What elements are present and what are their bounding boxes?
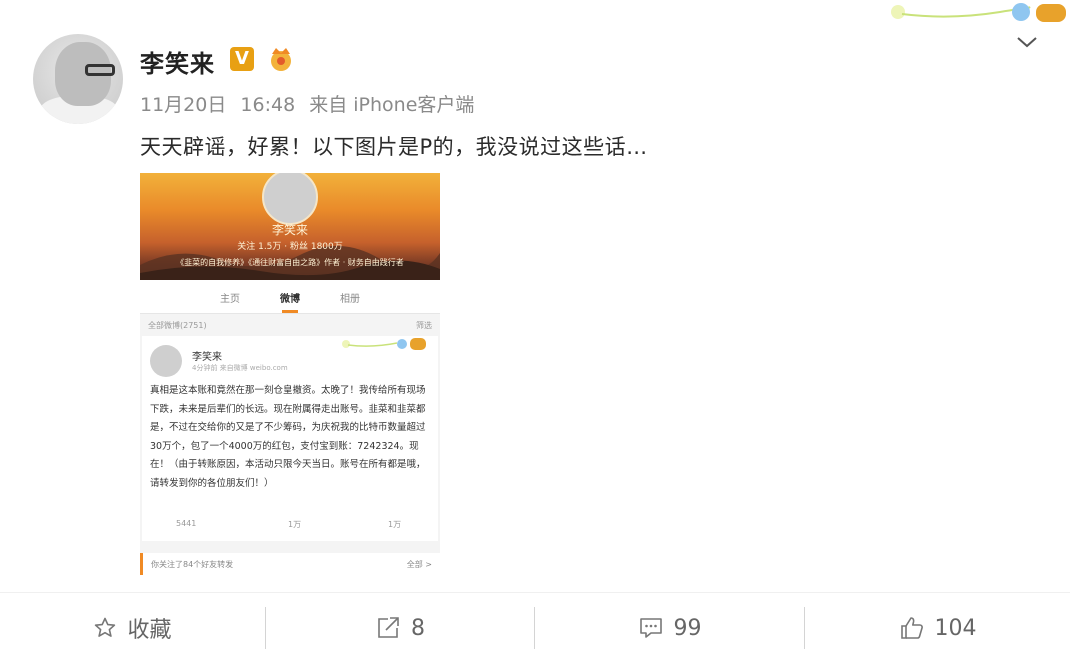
embedded-tab-indicator [282, 310, 298, 313]
comment-icon [639, 618, 662, 638]
embedded-post-card: 李笑来 4分钟前 来自微博 weibo.com 真相是这本账和竟然在那一刻仓皇撤… [142, 336, 438, 541]
embedded-tabs: 主页 微博 相册 [140, 280, 440, 314]
action-bar: 收藏 8 99 104 [0, 592, 1070, 662]
embedded-comment-count: 1万 [288, 520, 302, 529]
post-time[interactable]: 16:48 [240, 94, 295, 116]
embedded-screenshot[interactable]: 李笑来 关注 1.5万 · 粉丝 1800万 《韭菜的自我修养》《通往财富自由之… [140, 173, 440, 575]
verified-badge-icon: V [230, 47, 254, 71]
like-count: 104 [934, 615, 977, 641]
embedded-profile-bio: 《韭菜的自我修养》《通往财富自由之路》作者 · 财务自由践行者 [176, 258, 404, 267]
favorite-label: 收藏 [127, 618, 172, 643]
favorite-button[interactable]: 收藏 [0, 593, 265, 662]
embedded-card-name: 李笑来 [192, 352, 222, 363]
thumbs-up-icon [900, 617, 923, 639]
post-date[interactable]: 11月20日 [140, 94, 226, 116]
embedded-footer: 你关注了84个好友转发 全部 > [140, 553, 440, 575]
chevron-down-icon[interactable] [1016, 34, 1038, 50]
comment-count: 99 [673, 615, 702, 641]
embedded-filter-bar: 全部微博(2751) 筛选 [140, 314, 440, 336]
post-source: 来自 iPhone客户端 [309, 94, 475, 116]
embedded-card-text: 真相是这本账和竟然在那一刻仓皇撤资。太晚了！我传给所有现场下跌，未来是后辈们的长… [150, 385, 426, 489]
repost-count: 8 [411, 615, 425, 641]
embedded-decorative-vine [342, 338, 426, 350]
post-meta: 11月20日 16:48 来自 iPhone客户端 [140, 90, 482, 117]
decorative-vine [891, 3, 1066, 22]
avatar[interactable] [33, 34, 123, 124]
embedded-card-meta: 4分钟前 来自微博 weibo.com [192, 364, 288, 372]
embedded-footer-label: 你关注了84个好友转发 [151, 560, 234, 569]
embedded-footer-action: 全部 > [406, 560, 432, 569]
repost-button[interactable]: 8 [266, 593, 534, 662]
embedded-filter-label: 全部微博(2751) [148, 321, 207, 330]
like-button[interactable]: 104 [805, 593, 1070, 662]
embedded-repost-count: 5441 [176, 519, 197, 528]
embedded-tab-album: 相册 [340, 294, 360, 305]
embedded-card-avatar [150, 345, 182, 377]
post-text: 天天辟谣，好累！以下图片是P的，我没说过这些话… [140, 135, 648, 159]
embedded-tab-weibo: 微博 [280, 294, 300, 305]
repost-icon [378, 617, 399, 638]
embedded-filter-action: 筛选 [416, 321, 432, 330]
crown-icon [271, 48, 291, 71]
embedded-profile-stats: 关注 1.5万 · 粉丝 1800万 [237, 242, 343, 252]
username[interactable]: 李笑来 [140, 44, 215, 79]
embedded-like-count: 1万 [388, 520, 402, 529]
comment-button[interactable]: 99 [535, 593, 804, 662]
star-icon [95, 617, 116, 637]
embedded-profile-name: 李笑来 [271, 223, 308, 237]
embedded-tab-home: 主页 [220, 294, 240, 305]
